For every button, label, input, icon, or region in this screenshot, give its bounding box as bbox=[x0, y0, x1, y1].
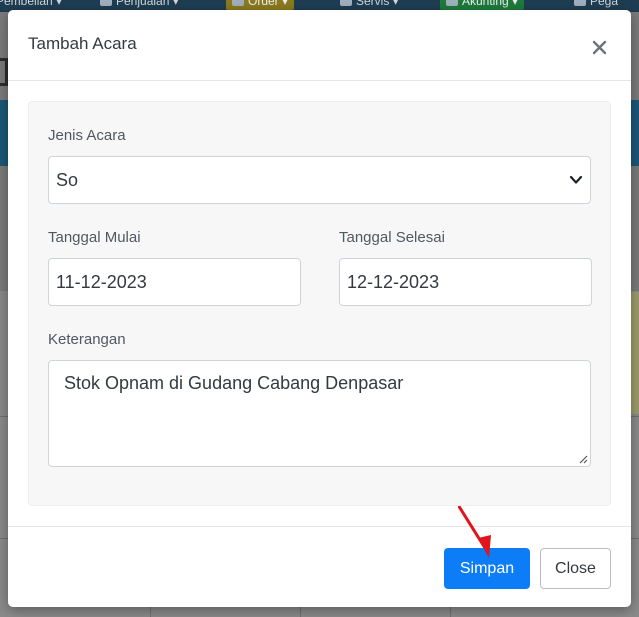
tanggal-mulai-label: Tanggal Mulai bbox=[48, 229, 141, 246]
background-header-glyph bbox=[0, 58, 8, 86]
box-icon bbox=[232, 0, 244, 6]
jenis-acara-value: So bbox=[56, 169, 79, 190]
nav-item-penjualan: Penjualan ▾ bbox=[100, 0, 179, 10]
tanggal-mulai-value: 11-12-2023 bbox=[56, 271, 147, 292]
gears-icon bbox=[340, 0, 352, 6]
tanggal-mulai-input[interactable]: 11-12-2023 bbox=[48, 258, 301, 306]
modal-footer: Simpan Close bbox=[8, 526, 631, 607]
keterangan-label: Keterangan bbox=[48, 331, 126, 348]
keterangan-value: Stok Opnam di Gudang Cabang Denpasar bbox=[64, 373, 404, 393]
tanggal-selesai-value: 12-12-2023 bbox=[347, 271, 440, 292]
cart-icon bbox=[100, 0, 112, 6]
modal-header: Tambah Acara bbox=[8, 10, 631, 81]
modal-title: Tambah Acara bbox=[28, 34, 137, 53]
nav-item-pega: Pega bbox=[574, 0, 618, 10]
add-event-modal: Tambah Acara Jenis Acara So Tanggal Mula… bbox=[8, 10, 631, 607]
close-button[interactable]: Close bbox=[540, 548, 611, 589]
close-icon-glyph bbox=[592, 40, 606, 54]
modal-body: Jenis Acara So Tanggal Mulai 11-12-2023 … bbox=[28, 101, 611, 506]
monitor-icon bbox=[574, 0, 586, 6]
resize-grip-icon[interactable] bbox=[578, 454, 588, 464]
nav-item-servis: Servis ▾ bbox=[340, 0, 399, 10]
tanggal-selesai-label: Tanggal Selesai bbox=[339, 229, 445, 246]
nav-item-pembelian: Pembelian ▾ bbox=[0, 0, 63, 8]
nav-item-akunting: Akunting ▾ bbox=[440, 0, 525, 10]
nav-item-order: Order ▾ bbox=[226, 0, 295, 10]
jenis-acara-label: Jenis Acara bbox=[48, 127, 126, 144]
chevron-down-icon bbox=[570, 175, 582, 184]
jenis-acara-select[interactable]: So bbox=[48, 156, 591, 204]
tanggal-selesai-input[interactable]: 12-12-2023 bbox=[339, 258, 592, 306]
keterangan-textarea[interactable]: Stok Opnam di Gudang Cabang Denpasar bbox=[48, 360, 591, 467]
money-icon bbox=[446, 0, 458, 6]
close-icon[interactable] bbox=[590, 38, 608, 56]
annotation-arrow-icon bbox=[458, 506, 491, 558]
